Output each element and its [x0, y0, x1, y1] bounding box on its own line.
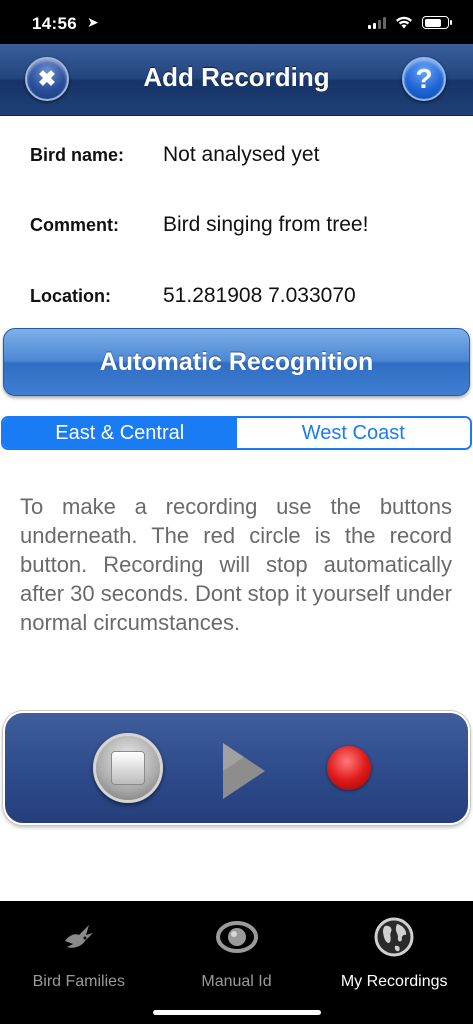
- bird-icon: [57, 915, 101, 959]
- tab-my-recordings[interactable]: My Recordings: [315, 901, 473, 1024]
- recorder-panel: [3, 711, 470, 825]
- tab-label-bird-families: Bird Families: [32, 973, 126, 990]
- record-button[interactable]: [327, 746, 371, 790]
- location-label: Location:: [30, 285, 111, 306]
- instructions-text: To make a recording use the buttons unde…: [20, 494, 452, 635]
- help-button[interactable]: ?: [402, 57, 446, 101]
- tab-bar: Bird Families Manual Id My Recordings: [0, 901, 473, 1024]
- tab-east-central[interactable]: East & Central: [3, 418, 237, 448]
- comment-row: Comment: Bird singing from tree!: [30, 210, 368, 240]
- signal-icon: [368, 16, 386, 29]
- region-segmented-control: East & Central West Coast: [1, 416, 472, 450]
- status-bar: 14:56 ➤: [0, 0, 473, 44]
- tab-manual-id[interactable]: Manual Id: [158, 901, 316, 1024]
- status-time: 14:56: [32, 14, 77, 33]
- bird-name-value[interactable]: Not analysed yet: [163, 143, 319, 167]
- screen: 14:56 ➤ ✖ Add Recording ? Bird name: Not…: [0, 0, 473, 1024]
- stop-icon: [111, 751, 145, 785]
- bird-name-row: Bird name: Not analysed yet: [30, 140, 319, 170]
- comment-value[interactable]: Bird singing from tree!: [163, 213, 368, 237]
- battery-icon: [422, 16, 452, 29]
- bird-name-label: Bird name:: [30, 144, 125, 165]
- eye-icon: [215, 915, 259, 959]
- location-arrow-icon: ➤: [87, 14, 99, 30]
- stop-button[interactable]: [93, 733, 163, 803]
- nav-bar: ✖ Add Recording ?: [0, 44, 473, 116]
- location-value[interactable]: 51.281908 7.033070: [163, 284, 356, 308]
- tab-label-my-recordings: My Recordings: [340, 973, 448, 990]
- globe-icon: [372, 915, 416, 959]
- location-row: Location: 51.281908 7.033070: [30, 281, 356, 311]
- status-icons: [368, 16, 452, 29]
- tab-bird-families[interactable]: Bird Families: [0, 901, 158, 1024]
- tab-label-manual-id: Manual Id: [201, 973, 272, 990]
- automatic-recognition-button[interactable]: Automatic Recognition: [3, 328, 470, 396]
- home-indicator[interactable]: [153, 1010, 321, 1015]
- comment-label: Comment:: [30, 214, 119, 235]
- play-button[interactable]: [223, 743, 265, 799]
- tab-west-coast[interactable]: West Coast: [236, 418, 470, 448]
- wifi-icon: [396, 16, 412, 29]
